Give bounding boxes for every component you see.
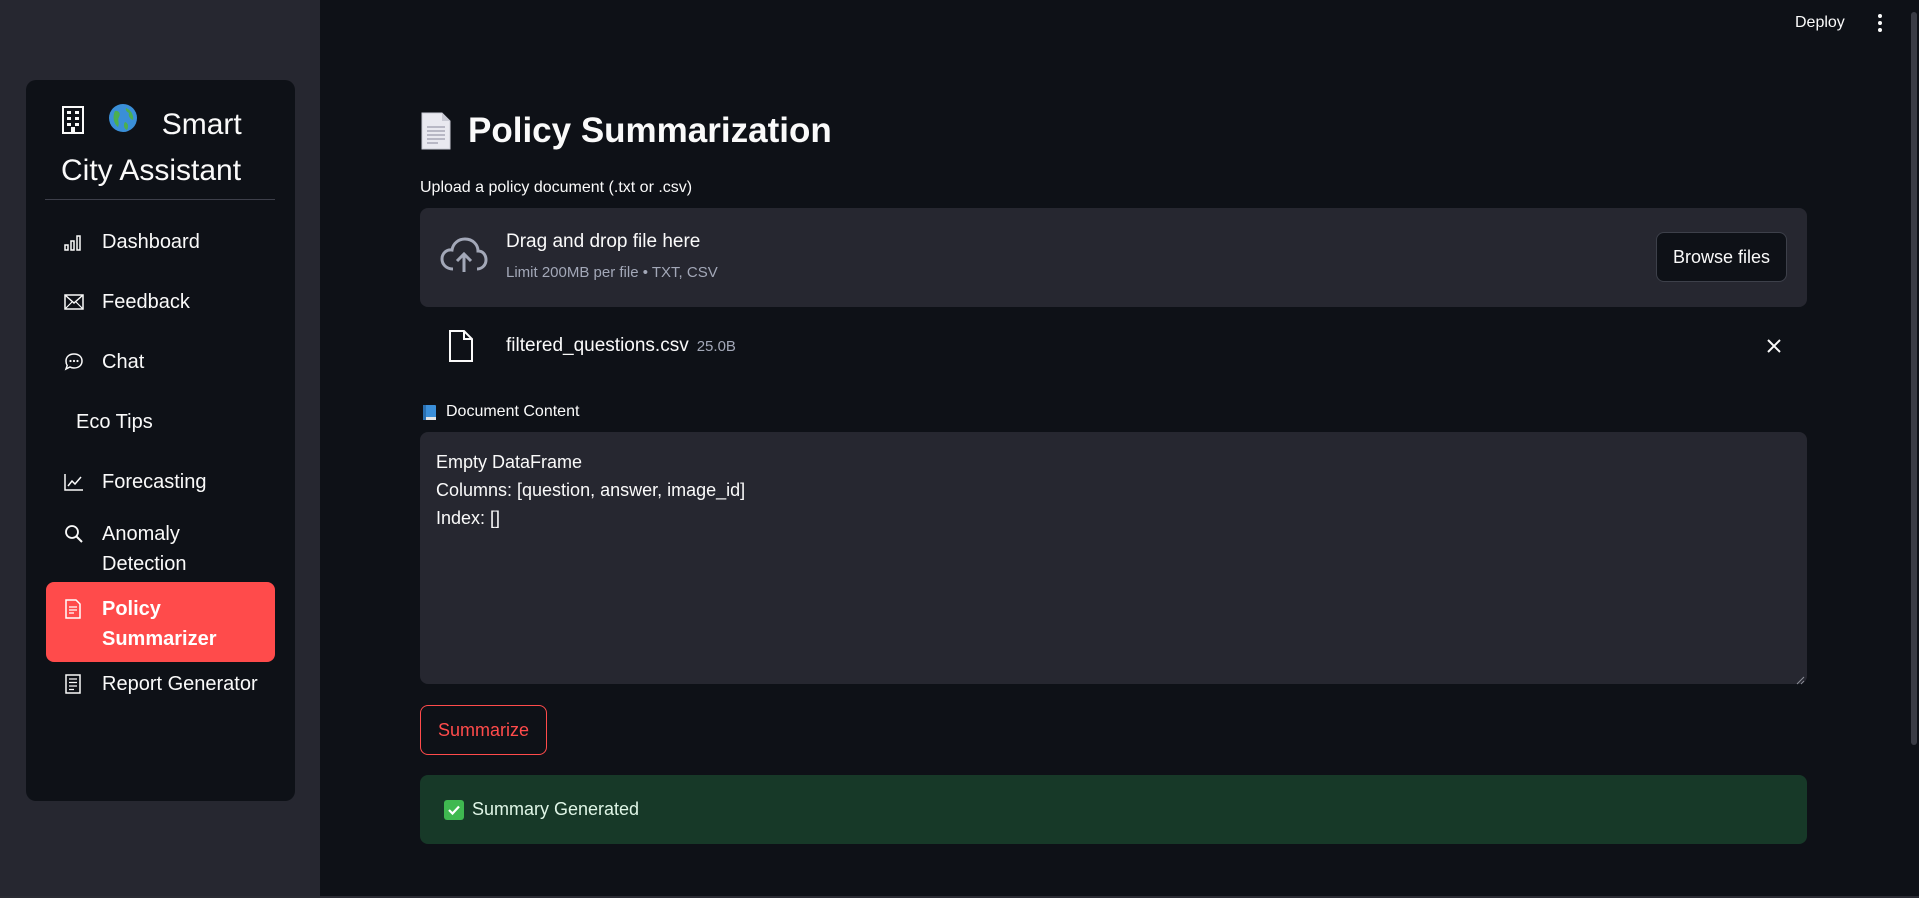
- success-text: Summary Generated: [472, 799, 640, 819]
- dropzone-instructions: Drag and drop file here: [506, 231, 701, 252]
- bar-chart-icon: [64, 227, 88, 257]
- sidebar-item-policy-summarizer[interactable]: Policy Summarizer: [46, 582, 275, 662]
- cloud-upload-icon: [440, 236, 488, 276]
- scrollbar-thumb[interactable]: [1911, 12, 1917, 745]
- deploy-button[interactable]: Deploy: [1795, 10, 1845, 36]
- ledger-icon: [64, 669, 88, 699]
- resize-handle-icon[interactable]: [1795, 672, 1805, 685]
- sidebar-item-label: Report Generator: [102, 673, 258, 695]
- sidebar-item-anomaly-detection[interactable]: Anomaly Detection: [46, 512, 275, 582]
- file-dropzone[interactable]: Drag and drop file here Limit 200MB per …: [420, 208, 1807, 307]
- sidebar-item-chat[interactable]: Chat: [46, 332, 275, 392]
- dropzone-limit: Limit 200MB per file • TXT, CSV: [506, 264, 718, 281]
- app-title: Smart City Assistant: [61, 102, 291, 194]
- summarize-button[interactable]: Summarize: [420, 705, 547, 755]
- sidebar-item-report-generator[interactable]: Report Generator: [46, 662, 275, 732]
- file-size: 25.0B: [696, 338, 736, 355]
- sidebar-item-eco-tips[interactable]: Eco Tips: [46, 392, 275, 452]
- sidebar-nav: Dashboard Feedback Chat Eco Tips Forecas…: [46, 212, 275, 732]
- envelope-icon: [64, 287, 88, 317]
- sidebar-item-label: Chat: [102, 351, 145, 373]
- scrollbar[interactable]: [1910, 0, 1919, 745]
- file-name: filtered_questions.csv: [506, 335, 689, 356]
- building-icon: [61, 102, 85, 148]
- file-icon: [448, 330, 474, 362]
- sidebar-item-label: Dashboard: [102, 231, 200, 253]
- sidebar-item-feedback[interactable]: Feedback: [46, 272, 275, 332]
- sidebar-item-label: Forecasting: [102, 471, 207, 493]
- sidebar-item-dashboard[interactable]: Dashboard: [46, 212, 275, 272]
- sidebar-card: Smart City Assistant Dashboard Feedback: [26, 80, 295, 801]
- sidebar-item-label: Policy Summarizer: [102, 598, 217, 650]
- blue-book-icon: [422, 404, 437, 421]
- sidebar-item-label: Feedback: [102, 291, 190, 313]
- uploaded-file-row: filtered_questions.csv 25.0B: [420, 320, 1807, 372]
- upload-label: Upload a policy document (.txt or .csv): [420, 179, 693, 196]
- document-content-label-text: Document Content: [446, 403, 580, 420]
- file-info: filtered_questions.csv 25.0B: [506, 332, 736, 361]
- page-icon: [420, 112, 452, 150]
- check-mark-icon: [444, 799, 464, 820]
- search-icon: [64, 519, 88, 549]
- browse-files-button[interactable]: Browse files: [1656, 232, 1787, 282]
- globe-icon: [107, 102, 139, 148]
- document-content-textarea[interactable]: Empty DataFrame Columns: [question, answ…: [420, 432, 1807, 684]
- page-title: Policy Summarization: [420, 105, 832, 157]
- close-icon[interactable]: [1764, 336, 1784, 356]
- success-alert: Summary Generated: [420, 775, 1807, 844]
- document-content-label: Document Content: [422, 400, 579, 424]
- sidebar-item-label: Anomaly Detection: [102, 523, 187, 575]
- sidebar-item-forecasting[interactable]: Forecasting: [46, 452, 275, 512]
- app-title-text: Smart City Assistant: [61, 108, 242, 187]
- page-title-text: Policy Summarization: [468, 111, 832, 150]
- sidebar-divider: [45, 199, 275, 200]
- line-chart-icon: [64, 467, 88, 497]
- kebab-menu-icon[interactable]: [1874, 12, 1886, 34]
- sidebar-item-label: Eco Tips: [76, 411, 153, 433]
- chat-bubble-icon: [64, 347, 88, 377]
- sidebar: Smart City Assistant Dashboard Feedback: [0, 0, 320, 898]
- document-icon: [64, 594, 88, 624]
